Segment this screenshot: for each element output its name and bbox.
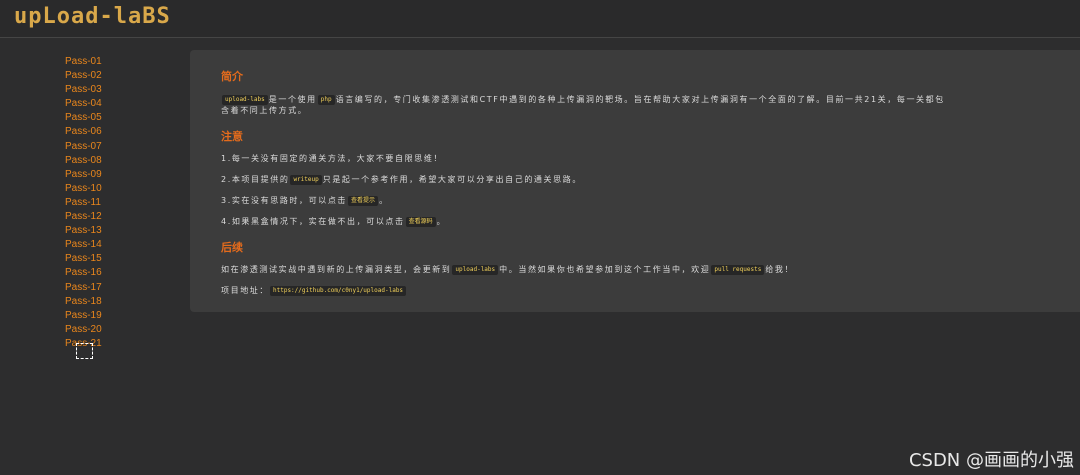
intro-title: 简介 xyxy=(221,70,243,83)
code-writeup[interactable]: writeup xyxy=(290,174,322,185)
csdn-watermark: CSDN @画画的小强 xyxy=(908,450,1074,471)
followup-text-b: 中。当然如果你也希望参加到这个工作当中，欢迎 xyxy=(499,265,711,274)
note-2-text-a: 2.本项目提供的 xyxy=(221,175,290,184)
intro-paragraph-line2: 含着不同上传方式。 xyxy=(221,106,308,115)
followup-title: 后续 xyxy=(221,241,243,254)
note-3-text-a: 3.实在没有思路时，可以点击 xyxy=(221,196,348,205)
project-address: 项目地址： https://github.com/c0ny1/upload-lab… xyxy=(221,285,1080,297)
note-2-text-b: 只是起一个参考作用，希望大家可以分享出自己的通关思路。 xyxy=(322,175,582,184)
sidebar-item-pass-11[interactable]: Pass-11 xyxy=(65,196,165,210)
followup-paragraph: 如在渗透测试实战中遇到新的上传漏洞类型，会更新到 upload-labs 中。当然如… xyxy=(221,264,1080,276)
content-panel: 简介 upload-labs 是一个使用 php 语言编写的，专门收集渗透测试和CTF… xyxy=(190,50,1080,312)
note-4-text-a: 4.如果黑盒情况下，实在做不出，可以点击 xyxy=(221,217,405,226)
sidebar-item-pass-03[interactable]: Pass-03 xyxy=(65,83,165,97)
project-label: 项目地址： xyxy=(221,286,269,295)
code-upload-labs: upload-labs xyxy=(222,94,268,105)
sidebar-item-pass-08[interactable]: Pass-08 xyxy=(65,154,165,168)
note-4-text-b: 。 xyxy=(436,217,447,226)
sidebar-item-pass-06[interactable]: Pass-06 xyxy=(65,125,165,139)
code-php: php xyxy=(317,94,335,105)
notes-title: 注意 xyxy=(221,130,243,143)
note-3: 3.实在没有思路时，可以点击 查看提示。 xyxy=(221,195,1080,207)
project-url-link[interactable]: https://github.com/c0ny1/upload-labs xyxy=(270,285,407,296)
note-3-text-b: 。 xyxy=(379,196,389,205)
view-source-link[interactable]: 查看源码 xyxy=(405,216,436,227)
sidebar-item-pass-02[interactable]: Pass-02 xyxy=(65,69,165,83)
sidebar-item-pass-09[interactable]: Pass-09 xyxy=(65,168,165,182)
view-hint-link[interactable]: 查看提示 xyxy=(348,195,379,206)
sidebar-item-pass-18[interactable]: Pass-18 xyxy=(65,295,165,309)
code-upload-labs-2: upload-labs xyxy=(452,264,499,275)
sidebar-item-pass-10[interactable]: Pass-10 xyxy=(65,182,165,196)
note-1: 1.每一关没有固定的通关方法，大家不要自限思维！ xyxy=(221,154,444,163)
top-bar: upLoad-laBS xyxy=(0,0,1080,38)
followup-text-c: 给我！ xyxy=(765,265,795,274)
note-2: 2.本项目提供的 writeup 只是起一个参考作用，希望大家可以分享出自己的通关思… xyxy=(221,174,1080,186)
sidebar-item-pass-16[interactable]: Pass-16 xyxy=(65,266,165,280)
sidebar-item-pass-12[interactable]: Pass-12 xyxy=(65,210,165,224)
sidebar-nav: Pass-01 Pass-02 Pass-03 Pass-04 Pass-05 … xyxy=(65,55,165,351)
sidebar-item-pass-17[interactable]: Pass-17 xyxy=(65,281,165,295)
sidebar-item-pass-05[interactable]: Pass-05 xyxy=(65,111,165,125)
site-logo[interactable]: upLoad-laBS xyxy=(14,2,171,32)
intro-text-1: 是一个使用 xyxy=(268,95,317,104)
sidebar-item-pass-14[interactable]: Pass-14 xyxy=(65,238,165,252)
focus-selection-box xyxy=(76,343,93,359)
sidebar-item-pass-15[interactable]: Pass-15 xyxy=(65,252,165,266)
sidebar-item-pass-01[interactable]: Pass-01 xyxy=(65,55,165,69)
note-4: 4.如果黑盒情况下，实在做不出，可以点击 查看源码。 xyxy=(221,216,1080,228)
sidebar-item-pass-13[interactable]: Pass-13 xyxy=(65,224,165,238)
sidebar-item-pass-20[interactable]: Pass-20 xyxy=(65,323,165,337)
sidebar-item-pass-19[interactable]: Pass-19 xyxy=(65,309,165,323)
sidebar-item-pass-04[interactable]: Pass-04 xyxy=(65,97,165,111)
code-pull-requests: pull requests xyxy=(711,264,765,275)
sidebar-item-pass-07[interactable]: Pass-07 xyxy=(65,140,165,154)
intro-text-2: 语言编写的，专门收集渗透测试和CTF中遇到的各种上传漏洞的靶场。旨在帮助大家对上… xyxy=(335,95,945,104)
followup-text-a: 如在渗透测试实战中遇到新的上传漏洞类型，会更新到 xyxy=(221,265,452,274)
